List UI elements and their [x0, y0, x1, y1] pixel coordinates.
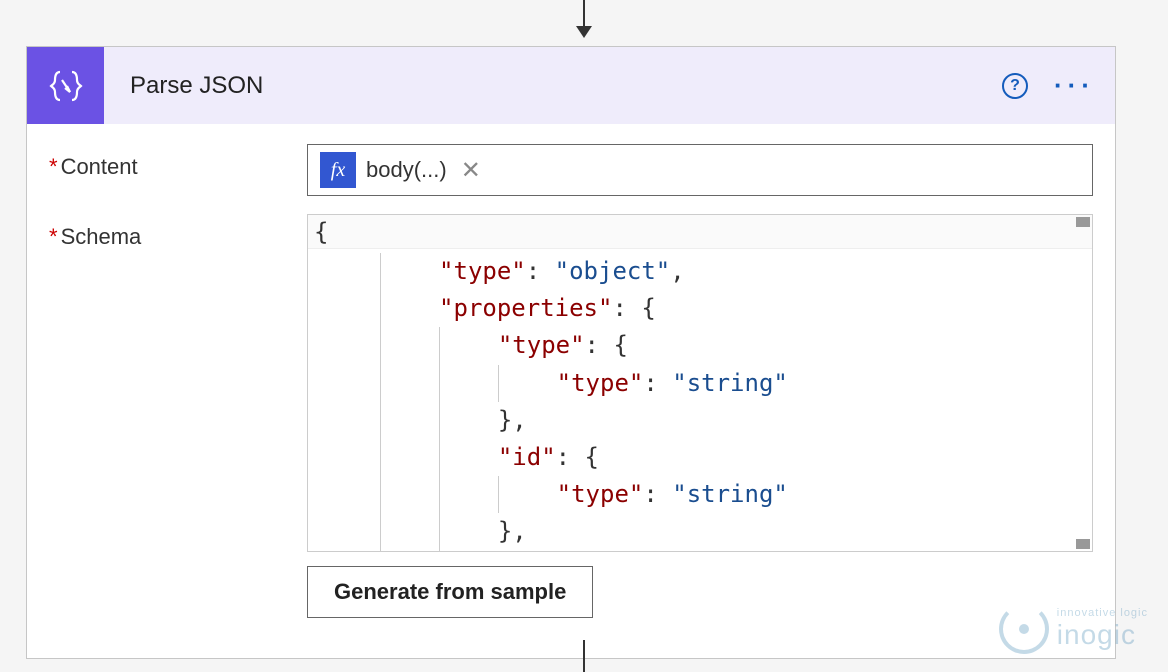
flow-arrow-in: [583, 0, 585, 30]
expression-token[interactable]: fx body(...) ✕: [320, 152, 491, 188]
fx-icon: fx: [320, 152, 356, 188]
flow-arrow-out: [583, 640, 585, 672]
schema-label: *Schema: [49, 214, 307, 250]
card-title: Parse JSON: [130, 72, 263, 100]
scroll-up-handle[interactable]: [1076, 217, 1090, 227]
content-row: *Content fx body(...) ✕: [49, 144, 1093, 196]
generate-from-sample-button[interactable]: Generate from sample: [307, 566, 593, 618]
card-body: *Content fx body(...) ✕ *Schema { "ty: [27, 124, 1115, 658]
expression-text: body(...): [366, 157, 447, 183]
schema-textarea[interactable]: { "type": "object", "properties": { "typ…: [307, 214, 1093, 552]
content-input[interactable]: fx body(...) ✕: [307, 144, 1093, 196]
more-menu-icon[interactable]: ···: [1054, 80, 1095, 90]
schema-code[interactable]: "type": "object", "properties": { "type"…: [308, 249, 1092, 551]
help-icon[interactable]: ?: [1002, 73, 1028, 99]
schema-first-line: {: [314, 218, 328, 246]
parse-json-icon: [27, 47, 104, 124]
parse-json-card: Parse JSON ? ··· *Content fx body(...) ✕…: [26, 46, 1116, 659]
scroll-down-handle[interactable]: [1076, 539, 1090, 549]
schema-row: *Schema { "type": "object", "properties"…: [49, 214, 1093, 618]
card-header[interactable]: Parse JSON ? ···: [27, 47, 1115, 124]
remove-token-icon[interactable]: ✕: [457, 156, 485, 185]
content-label: *Content: [49, 144, 307, 180]
